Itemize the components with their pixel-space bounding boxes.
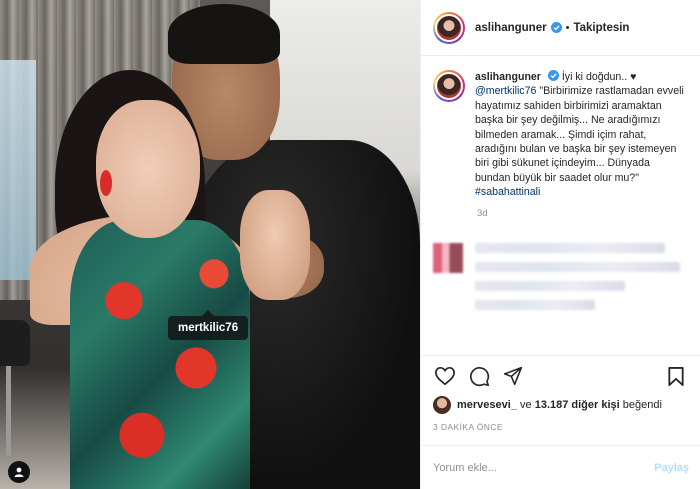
following-button[interactable]: Takiptesin <box>573 22 629 34</box>
caption-avatar[interactable] <box>433 70 465 102</box>
caption: aslihanguner İyi ki doğdun.. ♥ @mertkili… <box>433 70 688 200</box>
instagram-post: mertkilic76 aslihanguner • Takiptesin as… <box>0 0 700 489</box>
man-hair <box>168 4 280 64</box>
likes-summary: mervesevi_ ve 13.187 diğer kişi beğendi <box>421 396 700 414</box>
post-actions <box>421 356 700 396</box>
user-tag-icon[interactable] <box>8 461 30 483</box>
woman-hand <box>240 190 310 300</box>
woman-face <box>96 100 200 238</box>
liker-avatar[interactable] <box>433 396 451 414</box>
share-button[interactable] <box>501 364 525 388</box>
comment-form: Paylaş <box>421 445 700 489</box>
post-photo[interactable]: mertkilic76 <box>0 0 420 489</box>
caption-hashtag-link[interactable]: #sabahattinali <box>475 186 540 198</box>
liker-username[interactable]: mervesevi_ <box>457 399 517 411</box>
post-comment-button[interactable]: Paylaş <box>654 462 689 474</box>
verified-badge-icon <box>550 22 562 33</box>
caption-body: "Birbirimize rastlamadan evveli hayatımı… <box>475 85 684 184</box>
comments-section: aslihanguner İyi ki doğdun.. ♥ @mertkili… <box>421 56 700 356</box>
post-side-panel: aslihanguner • Takiptesin aslihanguner İ… <box>420 0 700 489</box>
post-header: aslihanguner • Takiptesin <box>421 0 700 56</box>
blurred-comment <box>433 242 688 319</box>
background-stool <box>0 320 30 366</box>
blurred-comment-text <box>475 242 680 319</box>
likes-count[interactable]: 13.187 diğer kişi <box>535 399 620 411</box>
comment-input[interactable] <box>433 461 655 474</box>
caption-username[interactable]: aslihanguner <box>475 71 541 83</box>
author-avatar[interactable] <box>433 11 465 44</box>
user-tag-label[interactable]: mertkilic76 <box>168 310 249 340</box>
comment-icon <box>469 366 489 386</box>
post-timestamp[interactable]: 3 DAKİKA ÖNCE <box>421 414 700 432</box>
blurred-avatar <box>433 242 463 273</box>
caption-mention-link[interactable]: @mertkilic76 <box>475 85 536 97</box>
caption-intro: İyi ki doğdun.. ♥ <box>561 71 637 83</box>
separator-dot: • <box>565 21 570 34</box>
caption-age: 3d <box>477 207 488 219</box>
likes-connector: ve <box>520 399 532 411</box>
bookmark-icon <box>668 366 684 386</box>
stool-leg <box>6 366 11 456</box>
comment-button[interactable] <box>467 364 491 388</box>
floral-dress <box>70 220 250 489</box>
like-button[interactable] <box>433 364 457 388</box>
share-icon <box>503 366 523 386</box>
author-username[interactable]: aslihanguner <box>475 22 547 34</box>
caption-text: aslihanguner İyi ki doğdun.. ♥ @mertkili… <box>475 70 688 200</box>
heart-icon <box>435 366 455 386</box>
background-window <box>0 60 36 280</box>
verified-badge-icon <box>547 70 559 81</box>
save-button[interactable] <box>664 364 688 388</box>
likes-suffix: beğendi <box>622 399 662 411</box>
red-earring <box>100 170 112 196</box>
